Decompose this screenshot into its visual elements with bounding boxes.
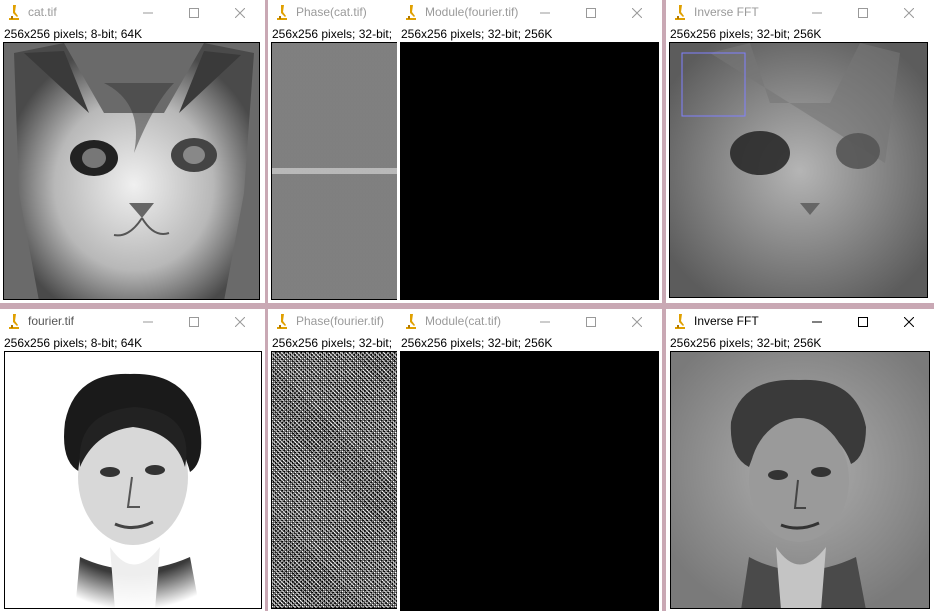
maximize-button[interactable] [568,0,614,26]
image-info: 256x256 pixels; 32-bit; [272,336,393,350]
window-phase-cat[interactable]: Phase(cat.tif) 256x256 pixels; 32-bit; [268,0,404,303]
close-button[interactable] [217,309,263,335]
window-title: cat.tif [28,5,57,19]
close-icon [904,8,914,18]
imagej-microscope-icon [673,4,687,22]
imagej-microscope-icon [275,4,289,22]
close-icon [235,317,245,327]
title-bar[interactable]: Phase(fourier.tif) [268,309,404,335]
minimize-icon [812,8,822,18]
title-bar[interactable]: fourier.tif [0,309,265,335]
image-canvas-inverse-fft-cat[interactable] [669,42,928,298]
maximize-button[interactable] [568,309,614,335]
close-button[interactable] [614,0,660,26]
maximize-button[interactable] [171,309,217,335]
image-canvas-cat[interactable] [3,42,260,300]
maximize-button[interactable] [840,0,886,26]
window-module-cat[interactable]: Module(cat.tif) 256x256 pixels; 32-bit; … [397,309,662,611]
image-info: 256x256 pixels; 32-bit; 256K [401,27,553,41]
image-canvas-module-cat[interactable] [400,351,659,611]
image-info: 256x256 pixels; 32-bit; 256K [670,336,822,350]
close-icon [235,8,245,18]
minimize-icon [143,8,153,18]
image-canvas-inverse-fft-fourier[interactable] [670,351,930,609]
window-title: Inverse FFT [694,314,759,328]
image-canvas-phase-fourier[interactable] [271,351,402,609]
title-bar[interactable]: Module(cat.tif) [397,309,662,335]
window-title: fourier.tif [28,314,75,328]
maximize-icon [586,317,596,327]
window-title: Phase(cat.tif) [296,5,367,19]
maximize-button[interactable] [840,309,886,335]
minimize-icon [540,317,550,327]
imagej-microscope-icon [275,313,289,331]
phase-noise-band [272,168,401,174]
window-phase-fourier[interactable]: Phase(fourier.tif) 256x256 pixels; 32-bi… [268,309,404,611]
close-button[interactable] [614,309,660,335]
imagej-microscope-icon [404,4,418,22]
minimize-button[interactable] [794,309,840,335]
minimize-icon [812,317,822,327]
image-info: 256x256 pixels; 32-bit; 256K [670,27,822,41]
maximize-icon [858,317,868,327]
window-inverse-fft-top[interactable]: Inverse FFT 256x256 pixels; 32-bit; 256K [666,0,934,303]
image-info: 256x256 pixels; 32-bit; 256K [401,336,553,350]
window-title: Module(fourier.tif) [425,5,519,19]
minimize-button[interactable] [125,309,171,335]
window-fourier[interactable]: fourier.tif 256x256 pixels; 8-bit; 64K [0,309,265,611]
maximize-icon [189,317,199,327]
inverse-fft-cat-image [670,43,927,297]
maximize-icon [858,8,868,18]
close-button[interactable] [217,0,263,26]
minimize-button[interactable] [522,0,568,26]
close-button[interactable] [886,309,932,335]
image-canvas-phase-cat[interactable] [271,42,402,300]
title-bar[interactable]: Inverse FFT [666,309,934,335]
cat-photo [4,43,259,299]
window-inverse-fft-bottom[interactable]: Inverse FFT 256x256 pixels; 32-bit; 256K [666,309,934,611]
title-bar[interactable]: Phase(cat.tif) [268,0,404,26]
image-info: 256x256 pixels; 8-bit; 64K [4,27,143,41]
fourier-portrait [5,352,261,608]
image-canvas-module-fourier[interactable] [400,42,659,300]
maximize-button[interactable] [171,0,217,26]
inverse-fft-fourier-image [671,352,929,608]
minimize-button[interactable] [125,0,171,26]
close-button[interactable] [886,0,932,26]
minimize-button[interactable] [794,0,840,26]
close-icon [904,317,914,327]
minimize-icon [143,317,153,327]
window-title: Phase(fourier.tif) [296,314,385,328]
title-bar[interactable]: Module(fourier.tif) [397,0,662,26]
imagej-microscope-icon [673,313,687,331]
image-canvas-fourier[interactable] [4,351,262,609]
minimize-button[interactable] [522,309,568,335]
minimize-icon [540,8,550,18]
image-info: 256x256 pixels; 32-bit; [272,27,393,41]
imagej-microscope-icon [7,313,21,331]
title-bar[interactable]: cat.tif [0,0,265,26]
title-bar[interactable]: Inverse FFT [666,0,934,26]
maximize-icon [586,8,596,18]
window-module-fourier[interactable]: Module(fourier.tif) 256x256 pixels; 32-b… [397,0,662,303]
window-title: Module(cat.tif) [425,314,502,328]
close-icon [632,317,642,327]
window-title: Inverse FFT [694,5,759,19]
image-info: 256x256 pixels; 8-bit; 64K [4,336,143,350]
imagej-microscope-icon [7,4,21,22]
maximize-icon [189,8,199,18]
close-icon [632,8,642,18]
window-cat[interactable]: cat.tif 256x256 pixels; 8-bit; 64K [0,0,265,303]
imagej-microscope-icon [404,313,418,331]
